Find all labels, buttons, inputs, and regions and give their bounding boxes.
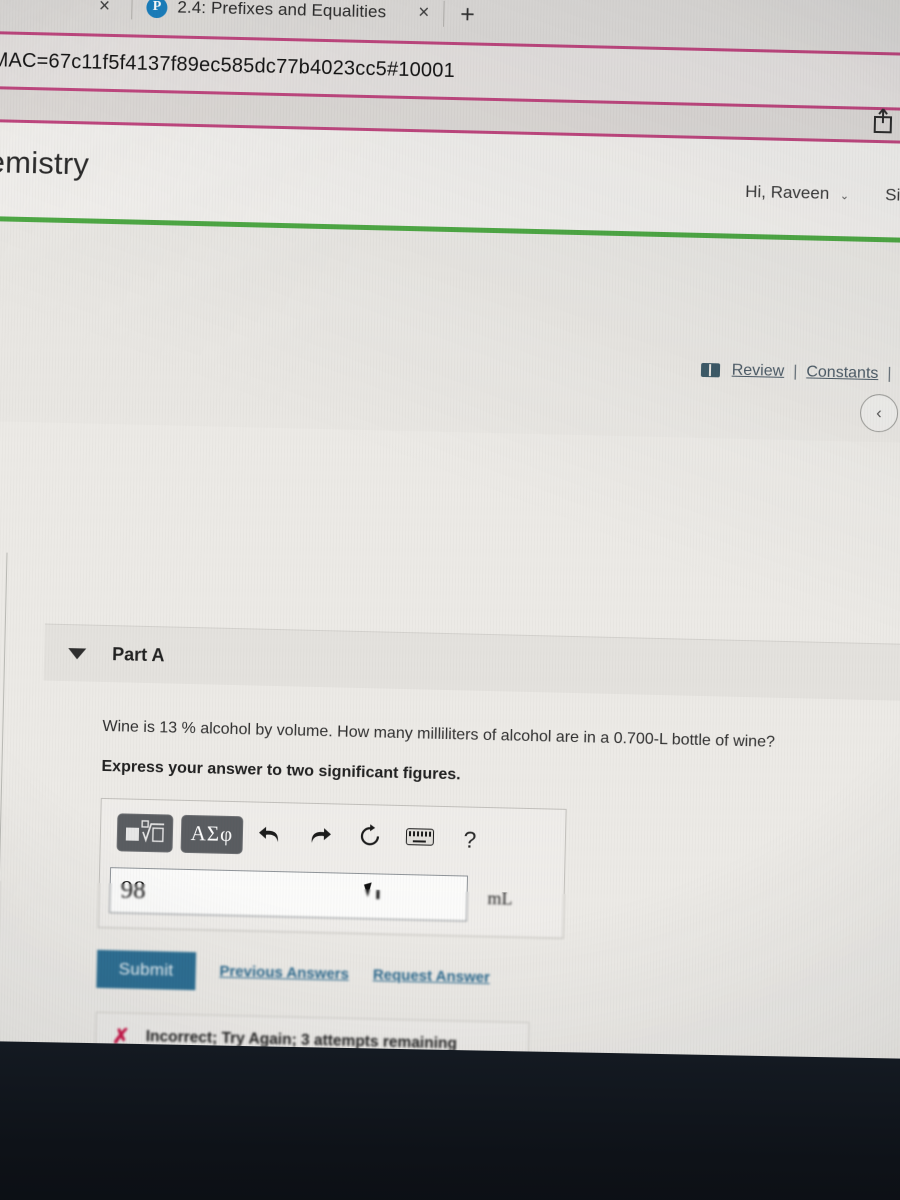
part-a-question: Wine is 13 % alcohol by volume. How many… [102, 717, 776, 751]
keyboard-icon[interactable] [401, 828, 439, 850]
photo-of-screen: × P 2.4: Prefixes and Equalities × + mHM… [0, 0, 900, 1200]
page-title: Chemistry [0, 143, 90, 182]
constants-link[interactable]: Constants [806, 363, 878, 383]
laptop-bezel [0, 1040, 900, 1200]
part-a-body: Wine is 13 % alcohol by volume. How many… [35, 681, 900, 1080]
chevron-down-icon: ⌄ [839, 190, 850, 203]
pearson-favicon: P [146, 0, 168, 18]
redo-icon[interactable] [301, 823, 340, 850]
answer-unit: mL [487, 888, 513, 909]
new-tab-icon[interactable]: + [460, 0, 475, 29]
tab-divider [131, 0, 133, 20]
mouse-cursor [363, 881, 376, 897]
previous-question-button[interactable]: ‹ [859, 393, 899, 433]
review-link[interactable]: Review [732, 362, 785, 381]
math-template-button[interactable] [116, 812, 174, 853]
reset-icon[interactable] [351, 823, 390, 852]
url-text[interactable]: mHMAC=67c11f5f4137f89ec585dc77b4023cc5#1… [0, 48, 455, 83]
tab-close-icon[interactable]: × [418, 2, 430, 24]
greeting-label: Hi, Raveen [744, 181, 830, 203]
submit-button[interactable]: Submit [96, 949, 196, 990]
share-icon[interactable] [870, 106, 895, 142]
assignment-toolbar-band: ‹ [0, 220, 900, 444]
tab-divider-2 [442, 0, 445, 27]
previous-answers-link[interactable]: Previous Answers [219, 963, 349, 983]
request-answer-link[interactable]: Request Answer [373, 966, 490, 986]
help-icon[interactable]: ? [451, 827, 490, 853]
tab-title[interactable]: 2.4: Prefixes and Equalities [177, 0, 386, 22]
previous-tab-close-icon[interactable]: × [91, 0, 117, 16]
undo-icon[interactable] [251, 822, 290, 849]
answer-input-row: 98 mL [109, 866, 554, 923]
answer-value: 98 [120, 875, 146, 904]
link-separator-2: | [887, 365, 892, 383]
greeting-menu[interactable]: Hi, Raveen ⌄ [745, 182, 850, 204]
part-a-instruction: Express your answer to two significant f… [101, 757, 461, 783]
math-toolbar: ΑΣφ ? [110, 809, 555, 865]
submit-row: Submit Previous Answers Request Answer [96, 949, 900, 1006]
part-a-label: Part A [111, 643, 165, 665]
answer-box: ΑΣφ ? 98 mL [97, 797, 567, 939]
caret-down-icon[interactable] [68, 647, 87, 660]
laptop-screen: × P 2.4: Prefixes and Equalities × + mHM… [0, 0, 900, 1132]
link-separator-1: | [792, 363, 798, 381]
page-content: Chemistry Hi, Raveen ⌄ Sign O ‹ Review |… [0, 121, 900, 1132]
book-icon [700, 362, 720, 378]
sign-out-link[interactable]: Sign O [885, 185, 900, 206]
account-area: Hi, Raveen ⌄ Sign O [745, 182, 900, 207]
part-a-section: Part A Wine is 13 % alcohol by volume. H… [35, 623, 900, 1080]
answer-input[interactable]: 98 [109, 866, 469, 922]
greek-symbols-button[interactable]: ΑΣφ [180, 814, 244, 854]
